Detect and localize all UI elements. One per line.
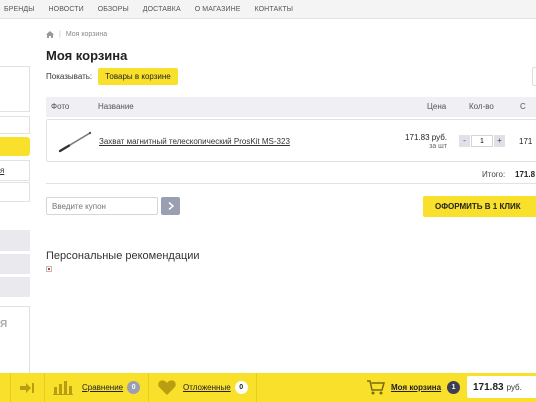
compare-label[interactable]: Сравнение [82, 383, 123, 392]
top-navigation: Бренды Новости Обзоры Доставка О магазин… [0, 0, 536, 19]
cart-label[interactable]: Моя корзина [391, 383, 441, 392]
column-total: С [520, 102, 526, 111]
left-sidebar: я Я [0, 19, 30, 374]
coupon-apply-button[interactable] [161, 197, 180, 215]
column-qty: Кол-во [469, 102, 494, 111]
tab-cart-items[interactable]: Товары в корзине [98, 68, 178, 85]
divider [44, 373, 45, 402]
cart-icon [367, 380, 385, 395]
totals-label: Итого: [482, 170, 506, 179]
cart-totals: Итого: 171.8 [46, 164, 536, 184]
sidebar-heading: Я [0, 319, 8, 330]
qty-input[interactable] [471, 135, 493, 147]
breadcrumb-current: Моя корзина [65, 31, 108, 38]
product-price-unit: за шт [429, 143, 447, 150]
home-icon[interactable] [46, 31, 54, 38]
sidebar-item[interactable] [0, 277, 30, 297]
heart-icon [158, 380, 176, 395]
deferred-label[interactable]: Отложенные [183, 383, 231, 392]
page-title: Моя корзина [46, 48, 128, 63]
column-price: Цена [427, 102, 447, 111]
column-name: Название [98, 102, 134, 111]
cart-total[interactable]: 171.83 руб. [467, 376, 536, 398]
row-total: 171 [519, 137, 533, 146]
product-price: 171.83 руб. [405, 133, 447, 142]
sidebar-block: Я [0, 306, 30, 374]
sidebar-item-active[interactable] [0, 137, 30, 156]
deferred-link[interactable]: Отложенные 0 [158, 373, 248, 402]
compare-link[interactable]: Сравнение 0 [53, 373, 141, 402]
logout-icon[interactable] [20, 373, 34, 402]
broken-image-icon [46, 266, 52, 272]
cart-link[interactable]: Моя корзина 1 [367, 373, 461, 402]
deferred-count-badge: 0 [234, 381, 248, 394]
sidebar-item[interactable] [0, 182, 30, 202]
cart-count-badge: 1 [447, 381, 461, 394]
divider [10, 373, 11, 402]
nav-reviews[interactable]: Обзоры [98, 6, 129, 13]
column-photo: Фото [51, 102, 70, 111]
sidebar-link[interactable]: я [0, 166, 4, 175]
table-row: Захват магнитный телескопический ProsKit… [46, 119, 536, 162]
nav-contacts[interactable]: Контакты [255, 6, 294, 13]
sidebar-block [0, 66, 30, 112]
bottom-bar: Сравнение 0 Отложенные 0 Моя корзина 1 [0, 373, 536, 402]
cart-table-header: Фото Название Цена Кол-во С [46, 97, 536, 117]
breadcrumb: | Моя корзина [46, 31, 107, 38]
show-filter: Показывать: Товары в корзине [46, 68, 178, 85]
nav-delivery[interactable]: Доставка [143, 6, 181, 13]
sidebar-item[interactable] [0, 230, 30, 251]
one-click-order-button[interactable]: ОФОРМИТЬ В 1 КЛИК [423, 196, 536, 217]
breadcrumb-separator: | [59, 31, 61, 38]
qty-decrease-button[interactable]: - [459, 135, 470, 147]
divider [256, 373, 257, 402]
compare-count-badge: 0 [127, 381, 141, 394]
nav-about[interactable]: О магазине [195, 6, 241, 13]
chevron-right-icon [168, 202, 174, 210]
right-control-fragment[interactable] [532, 67, 536, 86]
quantity-stepper: - + [459, 135, 505, 147]
totals-value: 171.8 [515, 170, 536, 179]
coupon-input[interactable] [46, 197, 158, 215]
product-image[interactable] [57, 127, 93, 155]
sidebar-item[interactable] [0, 254, 30, 274]
cart-total-currency: руб. [506, 382, 522, 392]
qty-increase-button[interactable]: + [494, 135, 505, 147]
chart-bars-icon [53, 380, 73, 395]
sidebar-item[interactable]: я [0, 160, 30, 181]
recommendations-title: Персональные рекомендации [46, 250, 200, 262]
cart-total-value: 171.83 [473, 381, 504, 393]
nav-news[interactable]: Новости [49, 6, 84, 13]
nav-brands[interactable]: Бренды [4, 6, 35, 13]
product-name-link[interactable]: Захват магнитный телескопический ProsKit… [99, 137, 290, 146]
sidebar-item[interactable] [0, 116, 30, 134]
show-label: Показывать: [46, 72, 93, 81]
divider [148, 373, 149, 402]
